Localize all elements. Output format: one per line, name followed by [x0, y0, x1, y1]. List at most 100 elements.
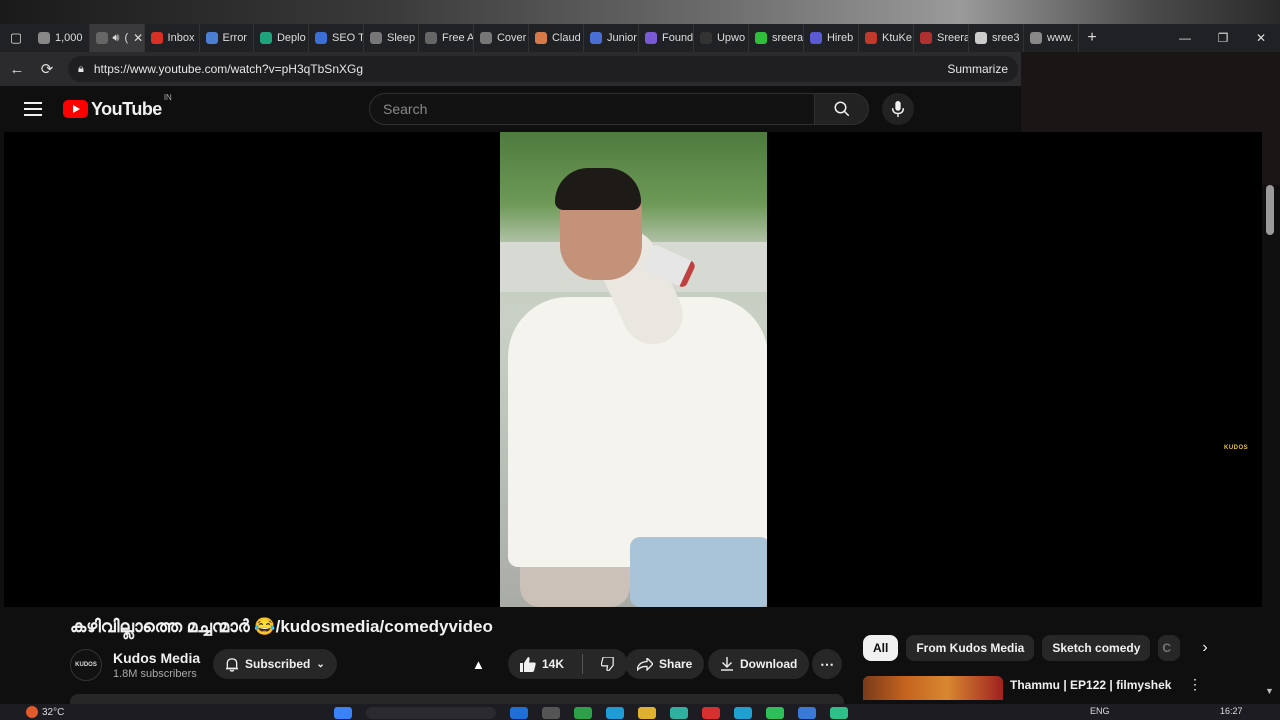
weather-widget[interactable]: 32°C [26, 706, 64, 718]
back-icon[interactable]: ← [2, 61, 32, 78]
tab-favicon-icon [534, 32, 547, 44]
app-icon[interactable] [510, 707, 528, 719]
tab-label: sreera [771, 32, 804, 44]
taskbar-search[interactable] [366, 707, 496, 719]
browser-tab[interactable]: Error [200, 24, 254, 52]
tab-favicon-icon [589, 32, 602, 44]
browser-tab-bar: ▢ 1,000 🔊︎ (✕ Inbox Error Deplo SEO T Sleep Free… [0, 24, 1280, 52]
app-icon[interactable] [574, 707, 592, 719]
start-icon[interactable] [334, 707, 352, 719]
filter-chip[interactable]: All [863, 635, 899, 661]
page-scrollbar[interactable] [1262, 185, 1280, 700]
browser-tab[interactable]: Found [639, 24, 694, 52]
url-text: https://www.youtube.com/watch?v=pH3qTbSn… [93, 62, 363, 76]
browser-tab[interactable]: sreera [749, 24, 804, 52]
tab-favicon-icon [864, 32, 877, 44]
channel-watermark[interactable]: KUDOS [1224, 445, 1248, 451]
share-icon [637, 657, 653, 671]
browser-tab[interactable]: Sreera [914, 24, 969, 52]
video-player[interactable] [4, 132, 1262, 607]
recommended-thumbnail[interactable] [863, 676, 1003, 700]
app-icon[interactable] [542, 707, 560, 719]
app-icon[interactable] [702, 707, 720, 719]
more-actions-icon[interactable]: ⋯ [812, 649, 842, 679]
download-label: Download [740, 657, 798, 671]
browser-tab[interactable]: Claud [529, 24, 584, 52]
search-input[interactable] [369, 93, 815, 125]
tab-label: Deplo [276, 32, 306, 44]
folder-icon[interactable] [638, 707, 656, 719]
browser-tab[interactable]: Sleep [364, 24, 419, 52]
description-box[interactable] [70, 694, 844, 704]
search-button[interactable] [815, 93, 869, 125]
browser-tab[interactable]: www. [1024, 24, 1079, 52]
close-window-icon[interactable]: ✕ [1242, 31, 1280, 45]
browser-tab[interactable]: 1,000 [32, 24, 90, 52]
mouse-cursor-icon: ▲ [472, 657, 485, 672]
browser-tab[interactable]: Free A [419, 24, 474, 52]
minimize-icon[interactable]: — [1166, 31, 1204, 45]
chevron-right-icon[interactable]: › [1202, 639, 1207, 657]
like-button[interactable]: 14K [508, 649, 576, 679]
video-frame[interactable] [500, 132, 767, 607]
clock[interactable]: 16:27 [1220, 706, 1243, 716]
close-tab-icon[interactable]: ✕ [133, 31, 143, 45]
vscode-icon[interactable] [798, 707, 816, 719]
download-icon [721, 657, 733, 671]
app-icon[interactable] [606, 707, 624, 719]
share-button[interactable]: Share [625, 649, 705, 679]
tab-favicon-icon [314, 32, 327, 44]
subscribed-button[interactable]: Subscribed ⌄ [213, 649, 337, 679]
youtube-logo[interactable]: YouTube IN [63, 93, 172, 120]
dislike-button[interactable] [589, 649, 628, 679]
restore-icon[interactable]: ❐ [1204, 31, 1242, 45]
browser-tab[interactable]: Junior [584, 24, 639, 52]
tab-actions-menu-icon[interactable]: ▢ [0, 24, 32, 52]
url-field[interactable]: 🔒︎ https://www.youtube.com/watch?v=pH3qT… [68, 56, 1018, 82]
scrollbar-thumb[interactable] [1266, 185, 1274, 235]
taskbar-apps [334, 707, 848, 719]
channel-action-row: KUDOS Kudos Media 1.8M subscribers Subsc… [70, 648, 850, 682]
new-tab-button[interactable]: + [1079, 29, 1105, 47]
tab-favicon-icon [1029, 32, 1042, 44]
channel-name[interactable]: Kudos Media [113, 650, 200, 666]
browser-tab[interactable]: KtuKe [859, 24, 914, 52]
browser-tab[interactable]: sree3 [969, 24, 1024, 52]
tab-label: Cover [496, 32, 527, 44]
filter-chip[interactable]: Sketch comedy [1042, 635, 1151, 661]
browser-tab[interactable]: Inbox [145, 24, 200, 52]
site-info-icon[interactable]: 🔒︎ [78, 63, 84, 76]
subscribed-label: Subscribed [245, 657, 311, 671]
voice-search-button[interactable] [882, 93, 914, 125]
filter-chip[interactable]: From Kudos Media [906, 635, 1035, 661]
app-icon[interactable] [830, 707, 848, 719]
kebab-menu-icon[interactable]: ⋮ [1188, 676, 1202, 693]
summarize-button[interactable]: Summarize [947, 62, 1008, 76]
recommended-video[interactable]: Thammu | EP122 | filmyshek ⋮ [863, 676, 1203, 700]
browser-tab[interactable]: Upwo [694, 24, 749, 52]
recommended-title[interactable]: Thammu | EP122 | filmyshek [1010, 678, 1171, 692]
tab-favicon-icon [38, 32, 50, 44]
speaker-icon[interactable]: 🔊︎ [113, 32, 120, 45]
language-indicator[interactable]: ENG [1090, 706, 1110, 716]
browser-tab[interactable]: SEO T [309, 24, 364, 52]
browser-tab[interactable]: Cover [474, 24, 529, 52]
refresh-icon[interactable]: ⟳ [32, 60, 62, 78]
filter-chip[interactable]: C [1158, 635, 1181, 661]
tab-label: SEO T [331, 32, 364, 44]
tab-label: Inbox [167, 32, 195, 44]
thumbs-up-icon [520, 656, 536, 672]
whatsapp-icon[interactable] [766, 707, 784, 719]
channel-avatar[interactable]: KUDOS [70, 649, 102, 681]
menu-icon[interactable] [24, 102, 42, 116]
temperature: 32°C [42, 706, 65, 718]
browser-tab[interactable]: Hireb [804, 24, 859, 52]
browser-icon[interactable] [670, 707, 688, 719]
browser-tab[interactable]: Deplo [254, 24, 309, 52]
tab-label: Sleep [386, 32, 416, 44]
download-button[interactable]: Download [708, 649, 810, 679]
scroll-down-arrow-icon[interactable]: ▼ [1265, 686, 1274, 696]
app-icon[interactable] [734, 707, 752, 719]
browser-tab[interactable]: 🔊︎ (✕ [89, 24, 145, 52]
search-box [369, 93, 869, 125]
